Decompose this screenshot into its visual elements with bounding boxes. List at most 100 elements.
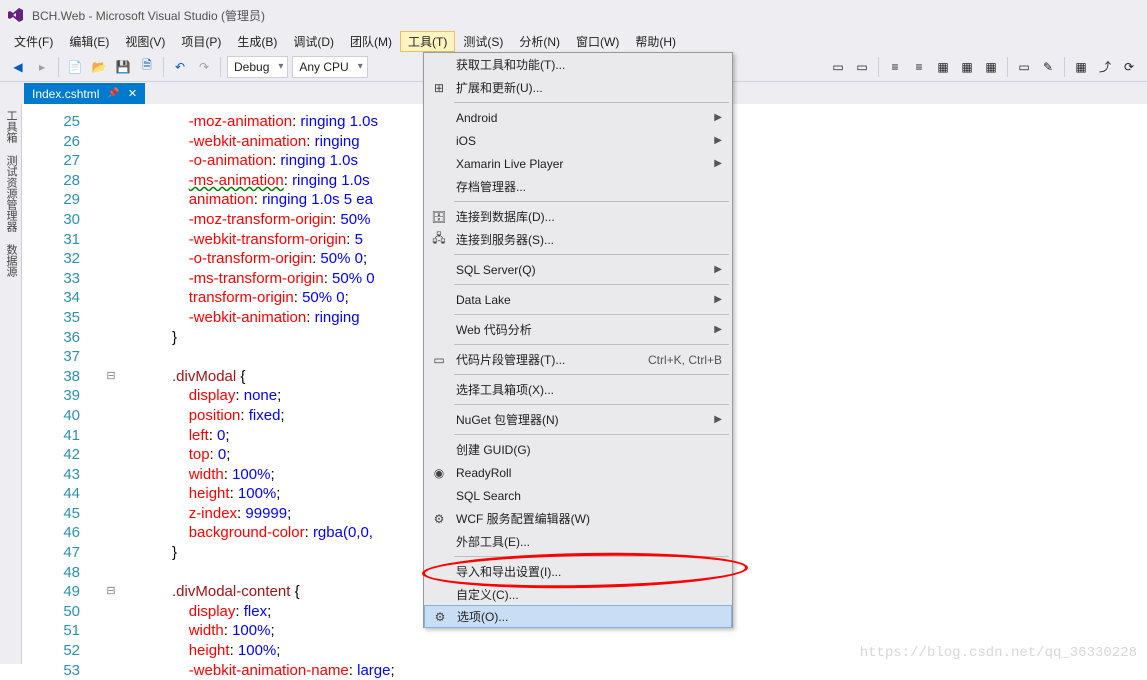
- menu-item-icon: ⊞: [424, 81, 454, 95]
- menu-item-icon: ⚙: [424, 512, 454, 526]
- menu-item[interactable]: ⚙WCF 服务配置编辑器(W): [424, 507, 732, 530]
- menu-item-icon: ▭: [424, 353, 454, 367]
- menu-item[interactable]: 🖧连接到服务器(S)...: [424, 228, 732, 251]
- menu-item[interactable]: 选择工具箱项(X)...: [424, 378, 732, 401]
- menu-item[interactable]: 窗口(W): [568, 31, 627, 52]
- tool-icon[interactable]: ≡: [884, 56, 906, 78]
- side-tab[interactable]: 工具箱: [0, 104, 22, 149]
- menu-item-label: 扩展和更新(U)...: [454, 79, 722, 96]
- menu-shortcut: Ctrl+K, Ctrl+B: [648, 353, 722, 367]
- window-title: BCH.Web - Microsoft Visual Studio (管理员): [32, 7, 265, 24]
- menu-item-label: Xamarin Live Player: [454, 157, 708, 171]
- menu-item[interactable]: 获取工具和功能(T)...: [424, 53, 732, 76]
- tab-index-cshtml[interactable]: Index.cshtml 📌 ✕: [24, 83, 145, 104]
- menu-item[interactable]: 项目(P): [173, 31, 229, 52]
- open-file-icon[interactable]: 📂: [88, 56, 110, 78]
- nav-back-icon[interactable]: ◀: [7, 56, 29, 78]
- side-tab[interactable]: 测试资源管理器: [0, 149, 22, 238]
- menu-item-icon: 🖧: [424, 229, 454, 250]
- menu-item[interactable]: 工具(T): [400, 31, 455, 52]
- menu-item[interactable]: 存档管理器...: [424, 175, 732, 198]
- tool-icon[interactable]: ▦: [980, 56, 1002, 78]
- submenu-arrow-icon: ▶: [708, 294, 722, 305]
- menu-item-label: Android: [454, 111, 708, 125]
- tool-icon[interactable]: ⟳: [1118, 56, 1140, 78]
- menu-item[interactable]: Web 代码分析▶: [424, 318, 732, 341]
- tool-icon[interactable]: ▦: [932, 56, 954, 78]
- menu-separator: [454, 344, 729, 345]
- menu-item[interactable]: 文件(F): [6, 31, 61, 52]
- save-all-icon[interactable]: 🗎: [136, 56, 158, 78]
- pin-icon[interactable]: 📌: [107, 88, 119, 99]
- side-tab[interactable]: 数据源: [0, 238, 22, 283]
- menu-item[interactable]: 生成(B): [229, 31, 285, 52]
- separator: [1007, 57, 1008, 77]
- redo-icon: ↷: [193, 56, 215, 78]
- menu-item[interactable]: 外部工具(E)...: [424, 530, 732, 553]
- menu-item[interactable]: 调试(D): [285, 31, 342, 52]
- save-icon[interactable]: 💾: [112, 56, 134, 78]
- menu-item-icon: ⚙: [425, 610, 455, 624]
- menu-item[interactable]: Data Lake▶: [424, 288, 732, 311]
- submenu-arrow-icon: ▶: [708, 135, 722, 146]
- menu-item[interactable]: 🗄连接到数据库(D)...: [424, 205, 732, 228]
- menu-item[interactable]: 自定义(C)...: [424, 583, 732, 606]
- tool-icon[interactable]: ▦: [1070, 56, 1092, 78]
- menu-item-label: 存档管理器...: [454, 178, 722, 195]
- menu-item-label: 外部工具(E)...: [454, 533, 722, 550]
- menu-item-icon: 🗄: [424, 210, 454, 224]
- menu-item[interactable]: SQL Search: [424, 484, 732, 507]
- nav-fwd-icon: ▸: [31, 56, 53, 78]
- menu-item-label: Data Lake: [454, 293, 708, 307]
- platform-combo[interactable]: Any CPU: [292, 56, 367, 78]
- menu-item[interactable]: 分析(N): [511, 31, 568, 52]
- menu-item[interactable]: 团队(M): [342, 31, 400, 52]
- menu-item[interactable]: 导入和导出设置(I)...: [424, 560, 732, 583]
- menu-item[interactable]: 视图(V): [117, 31, 173, 52]
- submenu-arrow-icon: ▶: [708, 158, 722, 169]
- menu-item[interactable]: 创建 GUID(G): [424, 438, 732, 461]
- menu-item[interactable]: Android▶: [424, 106, 732, 129]
- fold-gutter[interactable]: ⊟⊟: [104, 104, 118, 680]
- new-project-icon[interactable]: 📄: [64, 56, 86, 78]
- menu-item[interactable]: ◉ReadyRoll: [424, 461, 732, 484]
- submenu-arrow-icon: ▶: [708, 414, 722, 425]
- menu-item[interactable]: 编辑(E): [61, 31, 117, 52]
- tool-icon[interactable]: ▭: [827, 56, 849, 78]
- tool-icon[interactable]: ≡: [908, 56, 930, 78]
- menu-item[interactable]: iOS▶: [424, 129, 732, 152]
- menu-item-label: iOS: [454, 134, 708, 148]
- submenu-arrow-icon: ▶: [708, 112, 722, 123]
- tool-icon[interactable]: ⤴: [1094, 56, 1116, 78]
- menu-item[interactable]: NuGet 包管理器(N)▶: [424, 408, 732, 431]
- menu-item[interactable]: Xamarin Live Player▶: [424, 152, 732, 175]
- menu-item[interactable]: 测试(S): [455, 31, 511, 52]
- menu-item[interactable]: ⚙选项(O)...: [424, 605, 732, 628]
- menu-item-label: 自定义(C)...: [454, 586, 722, 603]
- close-icon[interactable]: ✕: [128, 87, 137, 100]
- tools-menu-dropdown[interactable]: 获取工具和功能(T)...⊞扩展和更新(U)...Android▶iOS▶Xam…: [423, 52, 733, 628]
- menu-item-label: 选项(O)...: [455, 608, 721, 625]
- tool-icon[interactable]: ✎: [1037, 56, 1059, 78]
- platform-value: Any CPU: [299, 60, 348, 74]
- menu-item-icon: ◉: [424, 466, 454, 480]
- menu-item[interactable]: ⊞扩展和更新(U)...: [424, 76, 732, 99]
- config-combo[interactable]: Debug: [227, 56, 288, 78]
- left-tool-gutter: 工具箱测试资源管理器数据源: [0, 104, 22, 664]
- menubar[interactable]: 文件(F)编辑(E)视图(V)项目(P)生成(B)调试(D)团队(M)工具(T)…: [0, 30, 1147, 52]
- menu-item[interactable]: ▭代码片段管理器(T)...Ctrl+K, Ctrl+B: [424, 348, 732, 371]
- submenu-arrow-icon: ▶: [708, 264, 722, 275]
- tool-icon[interactable]: ▭: [1013, 56, 1035, 78]
- titlebar: BCH.Web - Microsoft Visual Studio (管理员): [0, 0, 1147, 30]
- menu-item-label: 导入和导出设置(I)...: [454, 563, 722, 580]
- menu-item[interactable]: SQL Server(Q)▶: [424, 258, 732, 281]
- undo-icon[interactable]: ↶: [169, 56, 191, 78]
- menu-item[interactable]: 帮助(H): [627, 31, 684, 52]
- tool-icon[interactable]: ▭: [851, 56, 873, 78]
- separator: [878, 57, 879, 77]
- separator: [163, 57, 164, 77]
- tool-icon[interactable]: ▦: [956, 56, 978, 78]
- submenu-arrow-icon: ▶: [708, 324, 722, 335]
- menu-separator: [454, 254, 729, 255]
- menu-item-label: WCF 服务配置编辑器(W): [454, 510, 722, 527]
